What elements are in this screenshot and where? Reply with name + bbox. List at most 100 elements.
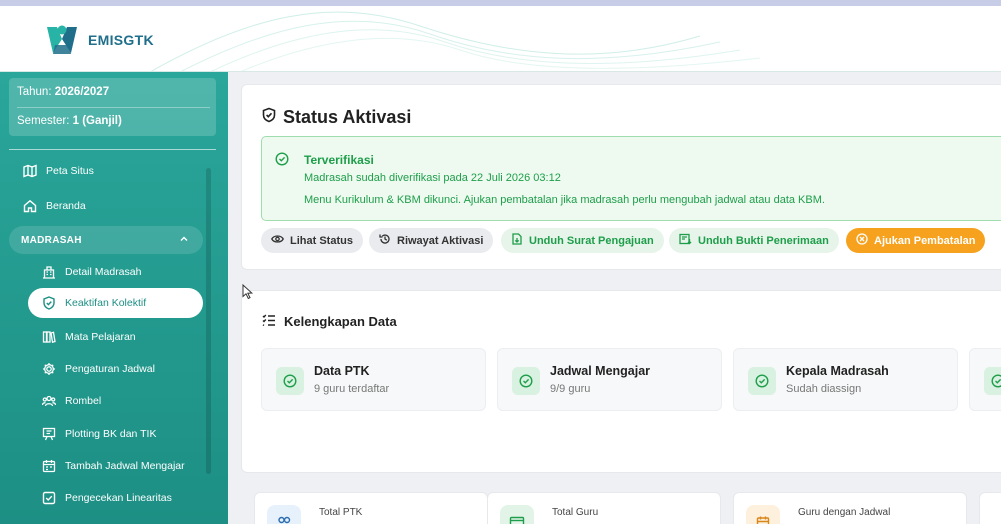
sidebar-item-tambah-jadwal-mengajar[interactable]: Tambah Jadwal Mengajar	[28, 451, 203, 481]
year-label: Tahun:	[17, 86, 52, 98]
logo-icon	[47, 25, 77, 54]
sidebar-scrollbar[interactable]	[206, 168, 211, 474]
kelengkapan-title: Kelengkapan Data	[262, 314, 397, 329]
sidebar-item-label: Rombel	[65, 395, 102, 407]
kelengkapan-title-text: Kelengkapan Data	[284, 314, 397, 329]
status-title: Status Aktivasi	[262, 107, 411, 128]
stat-label: Total Guru	[552, 507, 599, 518]
chevron-up-icon	[179, 235, 189, 246]
stat-label: Guru dengan Jadwal	[798, 507, 891, 518]
year-value: 2026/2027	[54, 86, 110, 98]
academic-period-box: Tahun: 2026/2027 Semester: 1 (Ganjil)	[9, 78, 216, 136]
logo-text: EMISGTK	[88, 32, 154, 48]
sidebar-item-keaktifan-kolektif[interactable]: Keaktifan Kolektif	[28, 288, 203, 318]
eye-icon	[271, 234, 284, 247]
item-name: Kepala Madrasah	[786, 364, 889, 378]
sidebar-item-beranda[interactable]: Beranda	[9, 191, 203, 221]
button-label: Unduh Surat Pengajuan	[529, 234, 654, 247]
unduh-bukti-penerimaan-button[interactable]: Unduh Bukti Penerimaan	[669, 228, 839, 253]
sidebar-item-label: Pengaturan Jadwal	[65, 363, 155, 375]
stat-card-partial	[979, 492, 1001, 524]
calendar-icon	[41, 458, 57, 474]
item-detail: 9 guru terdaftar	[314, 383, 390, 395]
semester-row: Semester: 1 (Ganjil)	[17, 115, 122, 127]
sidebar-section-madrasah[interactable]: MADRASAH	[9, 226, 203, 254]
item-detail: 9/9 guru	[550, 383, 591, 395]
status-title-text: Status Aktivasi	[283, 107, 412, 127]
button-label: Unduh Bukti Penerimaan	[698, 234, 829, 247]
home-icon	[22, 198, 38, 214]
sidebar-item-pengecekan-linearitas[interactable]: Pengecekan Linearitas	[28, 483, 203, 513]
app-logo[interactable]: EMISGTK	[44, 23, 154, 57]
calendar-icon	[746, 505, 780, 524]
check-circle-icon	[748, 367, 776, 395]
presentation-icon	[41, 426, 57, 442]
app-header: EMISGTK	[0, 6, 1001, 72]
stat-card-guru-dengan-jadwal: Guru dengan Jadwal	[733, 492, 967, 524]
books-icon	[41, 329, 57, 345]
sidebar-item-rombel[interactable]: Rombel	[28, 386, 203, 416]
sidebar-item-label: Tambah Jadwal Mengajar	[65, 460, 185, 472]
history-icon	[379, 233, 391, 248]
semester-label: Semester:	[17, 115, 70, 127]
status-aktivasi-card: Status Aktivasi Terverifikasi Madrasah s…	[241, 84, 1001, 270]
kelengkapan-item-jadwal-mengajar: Jadwal Mengajar 9/9 guru	[497, 348, 722, 411]
checklist-icon	[262, 314, 276, 329]
users-icon	[267, 505, 301, 524]
sidebar: Tahun: 2026/2027 Semester: 1 (Ganjil) Pe…	[0, 72, 228, 524]
sidebar-item-mata-pelajaran[interactable]: Mata Pelajaran	[28, 322, 203, 352]
alert-lock-notice: Menu Kurikulum & KBM dikunci. Ajukan pem…	[304, 194, 825, 206]
sidebar-item-label: Detail Madrasah	[65, 266, 142, 278]
mouse-cursor-icon	[242, 284, 254, 300]
sidebar-item-label: Beranda	[46, 200, 86, 212]
id-card-icon	[500, 505, 534, 524]
lihat-status-button[interactable]: Lihat Status	[261, 228, 363, 253]
shield-check-icon	[41, 295, 57, 311]
stat-card-total-guru: Total Guru	[487, 492, 721, 524]
button-label: Riwayat Aktivasi	[397, 234, 484, 247]
sidebar-item-detail-madrasah[interactable]: Detail Madrasah	[28, 257, 203, 287]
alert-title: Terverifikasi	[304, 153, 374, 167]
stat-label: Total PTK	[319, 507, 363, 518]
sidebar-item-pengaturan-jadwal[interactable]: Pengaturan Jadwal	[28, 354, 203, 384]
riwayat-aktivasi-button[interactable]: Riwayat Aktivasi	[369, 228, 494, 253]
building-icon	[41, 264, 57, 280]
section-label: MADRASAH	[21, 234, 82, 246]
check-circle-icon	[984, 367, 1001, 395]
kelengkapan-item-kepala-madrasah: Kepala Madrasah Sudah diassign	[733, 348, 958, 411]
sidebar-item-label: Keaktifan Kolektif	[65, 297, 147, 309]
sidebar-item-label: Pengecekan Linearitas	[65, 492, 172, 504]
stat-card-total-ptk: Total PTK	[254, 492, 488, 524]
sidebar-item-plotting-bk-tik[interactable]: Plotting BK dan TIK	[28, 419, 203, 449]
check-circle-icon	[276, 367, 304, 395]
year-row: Tahun: 2026/2027	[17, 86, 109, 98]
kelengkapan-item-partial	[969, 348, 1001, 411]
sidebar-divider	[9, 149, 216, 150]
kelengkapan-item-data-ptk: Data PTK 9 guru terdaftar	[261, 348, 486, 411]
item-detail: Sudah diassign	[786, 383, 862, 395]
map-icon	[22, 163, 38, 179]
group-icon	[41, 393, 57, 409]
cancel-circle-icon	[856, 233, 868, 248]
gear-icon	[41, 361, 57, 377]
receipt-download-icon	[679, 233, 692, 248]
verification-alert: Terverifikasi Madrasah sudah diverifikas…	[261, 136, 1001, 221]
document-download-icon	[511, 233, 523, 248]
checkbox-icon	[41, 490, 57, 506]
button-label: Lihat Status	[290, 234, 353, 247]
alert-verified-date: Madrasah sudah diverifikasi pada 22 Juli…	[304, 172, 561, 184]
button-label: Ajukan Pembatalan	[874, 234, 976, 247]
period-divider	[17, 107, 210, 108]
sidebar-item-peta-situs[interactable]: Peta Situs	[9, 156, 203, 186]
item-name: Data PTK	[314, 364, 370, 378]
ajukan-pembatalan-button[interactable]: Ajukan Pembatalan	[846, 228, 986, 253]
item-name: Jadwal Mengajar	[550, 364, 651, 378]
semester-value: 1 (Ganjil)	[72, 115, 122, 127]
check-circle-icon	[275, 152, 289, 169]
sidebar-item-label: Peta Situs	[46, 165, 94, 177]
sidebar-item-label: Plotting BK dan TIK	[65, 428, 157, 440]
sidebar-item-label: Mata Pelajaran	[65, 331, 136, 343]
shield-check-icon	[262, 107, 276, 128]
unduh-surat-pengajuan-button[interactable]: Unduh Surat Pengajuan	[501, 228, 664, 253]
check-circle-icon	[512, 367, 540, 395]
